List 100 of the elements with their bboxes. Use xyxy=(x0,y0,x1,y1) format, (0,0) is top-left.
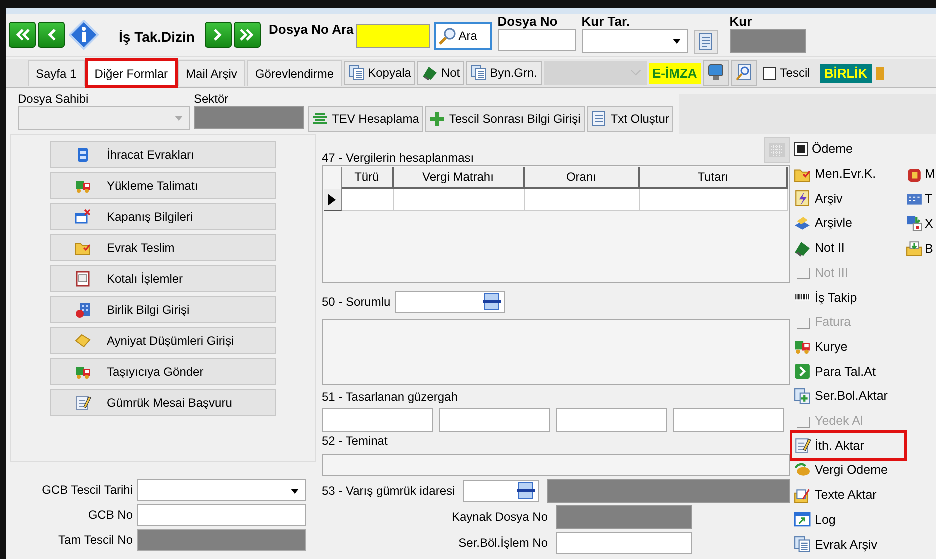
column-header[interactable]: Tutarı xyxy=(640,167,788,189)
date-dropdown[interactable] xyxy=(137,478,306,500)
file-owner-dropdown[interactable] xyxy=(18,106,190,130)
form-button[interactable]: Kotalı İşlemler xyxy=(50,265,276,292)
side-menu-item[interactable]: Not II xyxy=(792,236,904,261)
search-label: Dosya No Ara xyxy=(268,22,354,37)
first-record-button[interactable] xyxy=(9,22,36,48)
side-menu-item[interactable]: Log xyxy=(792,508,904,532)
rate-date-dropdown[interactable] xyxy=(582,29,688,53)
inbox-icon xyxy=(906,240,923,258)
lookup-icon[interactable] xyxy=(482,293,502,311)
next-record-button[interactable] xyxy=(204,22,232,48)
process-number-field[interactable] xyxy=(556,532,692,554)
side-menu-item[interactable]: Kurye xyxy=(792,334,904,360)
row-selector[interactable] xyxy=(324,189,342,211)
union-label[interactable]: BİRLİK xyxy=(820,64,872,82)
toolbar-button[interactable]: Not xyxy=(417,61,464,85)
table-cell[interactable] xyxy=(342,189,394,211)
text-field[interactable] xyxy=(137,504,306,526)
notes-field[interactable] xyxy=(322,319,790,385)
side-menu-item[interactable]: Men.Evr.K. xyxy=(792,162,904,186)
side-menu-item[interactable]: B xyxy=(906,236,936,262)
double-chevron-left-icon xyxy=(14,27,32,43)
file-number-label: Dosya No xyxy=(498,14,559,29)
action-button[interactable]: TEV Hesaplama xyxy=(308,106,424,132)
side-menu-item[interactable]: Ser.Bol.Aktar xyxy=(792,384,904,409)
file-number-field[interactable] xyxy=(498,29,576,51)
side-menu-item[interactable]: X xyxy=(906,212,936,236)
calculator-button[interactable] xyxy=(764,137,790,163)
previous-record-button[interactable] xyxy=(38,22,65,48)
monitor-button[interactable] xyxy=(703,60,730,86)
lookup-icon[interactable] xyxy=(516,482,536,500)
document-icon xyxy=(590,111,607,127)
caret-icon xyxy=(672,39,681,44)
responsible-field[interactable] xyxy=(394,291,505,313)
table-cell[interactable] xyxy=(394,189,525,211)
customs-office-field[interactable] xyxy=(463,480,540,502)
registration-checkbox[interactable]: Tescil xyxy=(763,66,810,80)
form-button[interactable]: Yükleme Talimatı xyxy=(50,172,276,199)
form-button[interactable]: Gümrük Mesai Başvuru xyxy=(50,389,276,416)
tab[interactable]: Görevlendirme xyxy=(247,60,342,86)
search-icon xyxy=(438,27,458,45)
side-menu-item[interactable]: T xyxy=(906,186,936,212)
pencil-icon xyxy=(75,394,91,410)
tab[interactable]: Mail Arşiv xyxy=(178,60,246,86)
table-cell[interactable] xyxy=(524,189,640,211)
document-button[interactable] xyxy=(694,30,718,54)
side-menu-item[interactable]: Texte Aktar xyxy=(792,482,904,508)
image-icon xyxy=(906,215,923,232)
route-field[interactable] xyxy=(322,408,433,432)
side-menu-item[interactable]: İth. Aktar xyxy=(792,433,904,458)
file-number-search-field[interactable] xyxy=(356,24,430,48)
search-button[interactable]: Ara xyxy=(434,22,492,50)
folder-icon[interactable] xyxy=(876,64,884,82)
route-field[interactable] xyxy=(556,408,667,432)
side-menu-item[interactable]: M xyxy=(906,162,936,187)
form-button[interactable]: Evrak Teslim xyxy=(50,234,276,261)
document-icon xyxy=(470,65,488,81)
side-menu-item[interactable]: Evrak Arşiv xyxy=(792,532,904,557)
route-field[interactable] xyxy=(439,408,550,432)
side-menu-item[interactable]: İş Takip xyxy=(792,285,904,310)
tag-icon xyxy=(75,332,91,348)
action-button[interactable]: Tescil Sonrası Bilgi Girişi xyxy=(425,106,585,132)
form-button[interactable]: Taşıyıcıya Gönder xyxy=(50,358,276,385)
cabinet-icon xyxy=(75,146,91,162)
form-button[interactable]: Kapanış Bilgileri xyxy=(50,203,276,230)
toolbar-button[interactable]: Byn.Grn. xyxy=(466,61,542,85)
bars-icon xyxy=(312,111,328,127)
e-signature-label[interactable]: E-İMZA xyxy=(648,62,702,84)
info-icon[interactable] xyxy=(69,20,99,50)
grid-icon xyxy=(768,142,786,158)
route-field[interactable] xyxy=(673,408,784,432)
toolbar-button[interactable]: Kopyala xyxy=(344,61,416,85)
side-menu-item[interactable]: Arşivle xyxy=(792,211,904,236)
rate-date-label: Kur Tar. xyxy=(582,14,631,29)
search-icon xyxy=(736,64,752,82)
side-menu-item[interactable]: Arşiv xyxy=(792,186,904,212)
table-cell[interactable] xyxy=(640,189,788,211)
monitor-icon xyxy=(708,64,724,82)
form-button[interactable]: Birlik Bilgi Girişi xyxy=(50,296,276,323)
column-header[interactable]: Türü xyxy=(342,167,394,189)
tab[interactable]: Sayfa 1 xyxy=(28,60,85,86)
section-title: 47 - Vergilerin hesaplanması xyxy=(322,151,474,165)
form-button[interactable]: İhracat Evrakları xyxy=(50,141,276,168)
field-label: 53 - Varış gümrük idaresi xyxy=(322,484,456,498)
document-search-button[interactable] xyxy=(731,60,758,86)
side-menu-item[interactable]: Para Tal.At xyxy=(792,359,904,384)
action-button[interactable]: Txt Oluştur xyxy=(586,106,674,132)
lightning-icon xyxy=(794,190,811,208)
payment-checkbox[interactable]: Ödeme xyxy=(792,137,904,162)
window-icon xyxy=(794,511,811,528)
field-label: 52 - Teminat xyxy=(322,434,389,450)
guarantee-field[interactable] xyxy=(322,454,790,476)
side-menu-item[interactable]: Vergi Odeme xyxy=(792,458,904,483)
last-record-button[interactable] xyxy=(234,22,261,48)
column-header[interactable]: Vergi Matrahı xyxy=(394,167,525,189)
tab[interactable]: Diğer Formlar xyxy=(86,60,176,86)
column-header[interactable]: Oranı xyxy=(524,167,640,189)
building-icon xyxy=(75,302,91,318)
form-button[interactable]: Ayniyat Düşümleri Girişi xyxy=(50,327,276,354)
